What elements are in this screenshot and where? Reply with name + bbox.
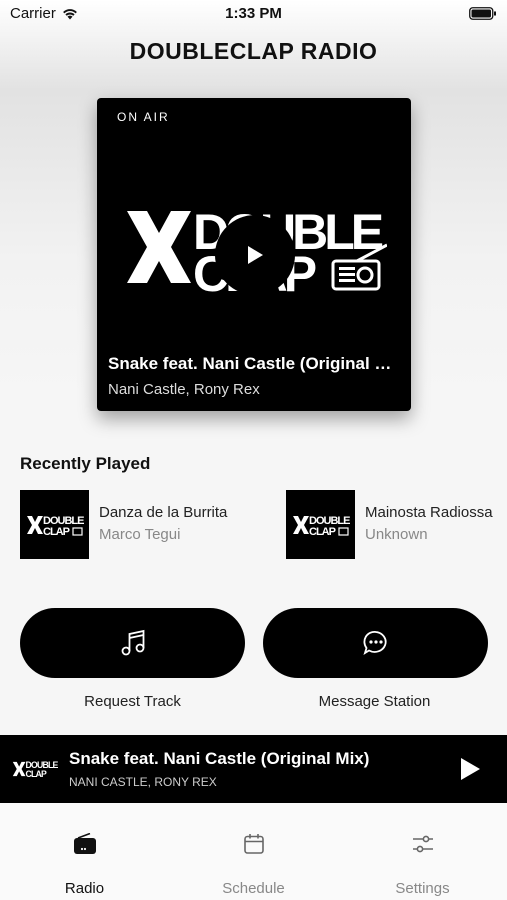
tab-label: Settings — [395, 880, 450, 897]
album-art: DOUBLE CLAP — [20, 490, 89, 559]
calendar-icon — [243, 834, 264, 854]
page-title: DOUBLECLAP RADIO — [129, 38, 378, 64]
tab-label: Schedule — [222, 880, 285, 897]
play-icon — [248, 246, 263, 264]
request-track-label: Request Track — [84, 693, 181, 710]
play-icon[interactable] — [458, 756, 482, 782]
recent-item[interactable]: DOUBLE CLAP Danza de la Burrita Marco Te… — [20, 490, 227, 560]
status-bar: Carrier 1:33 PM — [0, 0, 507, 28]
message-station-button[interactable] — [263, 608, 488, 678]
station-logo: DOUBLE CLAP — [292, 515, 350, 537]
album-art: DOUBLE CLAP — [286, 490, 355, 559]
recent-item-title: Mainosta Radiossa — [365, 504, 493, 521]
station-logo: DOUBLE CLAP — [26, 515, 84, 537]
svg-text:CLAP: CLAP — [25, 769, 47, 779]
recent-item-artist: Marco Tegui — [99, 526, 181, 543]
recent-item[interactable]: DOUBLE CLAP Mainosta Radiossa Unknown — [286, 490, 493, 560]
mini-player-artist: NANI CASTLE, RONY REX — [69, 775, 217, 789]
recent-item-artist: Unknown — [365, 526, 428, 543]
on-air-badge: ON AIR — [117, 110, 170, 124]
message-station-label: Message Station — [318, 693, 431, 710]
station-logo: DOUBLE CLAP — [12, 760, 58, 779]
now-playing-card[interactable]: ON AIR DOUBLE CLAP Snake feat. Nani Cast… — [97, 98, 411, 411]
svg-text:CLAP: CLAP — [43, 526, 70, 537]
now-playing-title: Snake feat. Nani Castle (Original Mix) — [108, 354, 398, 373]
tab-bar: Radio Schedule Settings — [0, 803, 507, 900]
recently-played-heading: Recently Played — [20, 454, 151, 473]
now-playing-artist: Nani Castle, Rony Rex — [108, 381, 260, 398]
radio-icon — [73, 833, 96, 854]
request-track-button[interactable] — [20, 608, 245, 678]
recent-item-title: Danza de la Burrita — [99, 504, 228, 521]
tab-schedule[interactable]: Schedule — [169, 803, 338, 900]
mini-player[interactable]: DOUBLE CLAP Snake feat. Nani Castle (Ori… — [0, 735, 507, 803]
status-time: 1:33 PM — [225, 5, 282, 22]
chat-bubble-icon — [362, 631, 387, 656]
play-button[interactable] — [215, 215, 295, 295]
svg-text:CLAP: CLAP — [309, 526, 336, 537]
tab-radio[interactable]: Radio — [0, 803, 169, 900]
music-note-icon — [121, 629, 144, 656]
battery-icon — [469, 7, 497, 24]
tab-settings[interactable]: Settings — [338, 803, 507, 900]
sliders-icon — [412, 835, 433, 853]
tab-label: Radio — [64, 880, 105, 897]
mini-player-title: Snake feat. Nani Castle (Original Mix) — [69, 749, 370, 768]
